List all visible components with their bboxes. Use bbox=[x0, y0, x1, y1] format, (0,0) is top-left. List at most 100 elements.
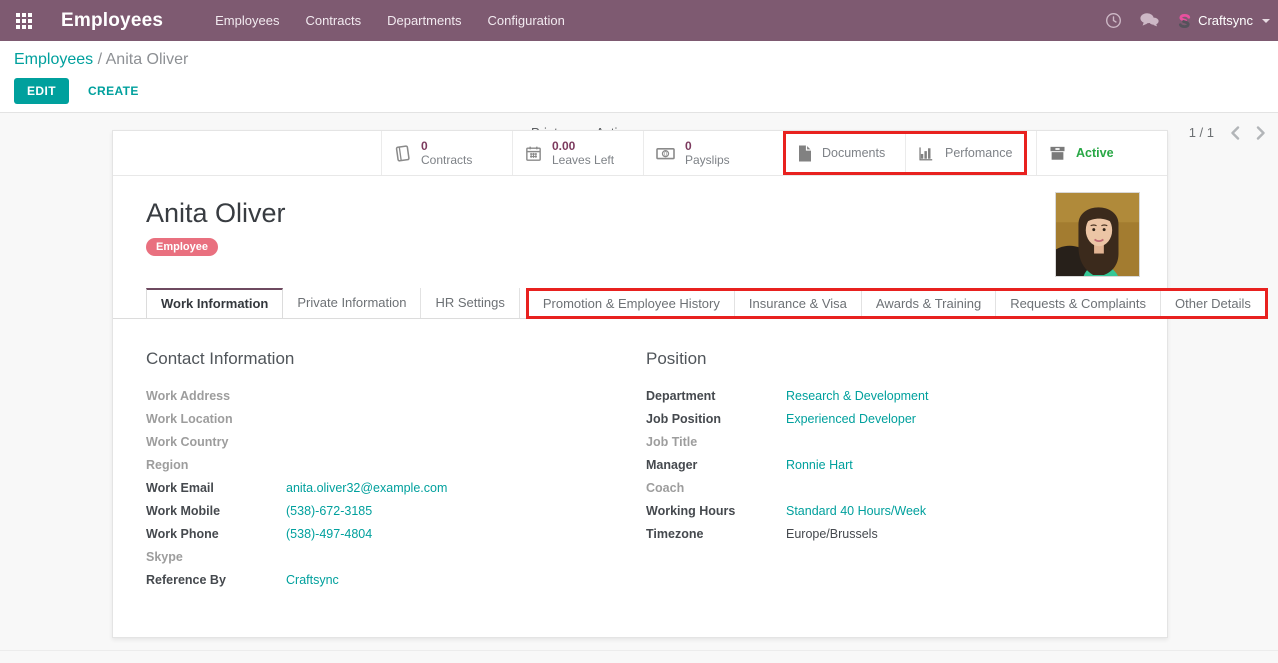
control-panel: Employees / Anita Oliver EDIT CREATE Pri… bbox=[0, 41, 1278, 113]
tab-requests-complaints[interactable]: Requests & Complaints bbox=[996, 291, 1161, 316]
annotation-box-stat-buttons: Documents Perfomance bbox=[783, 131, 1027, 175]
annotation-box-tabs: Promotion & Employee History Insurance &… bbox=[526, 288, 1268, 319]
work-mobile-link[interactable]: (538)-672-3185 bbox=[286, 504, 372, 518]
field-work-email: Work Email anita.oliver32@example.com bbox=[146, 476, 646, 499]
contact-information-heading: Contact Information bbox=[146, 349, 646, 369]
field-label: Coach bbox=[646, 481, 786, 495]
leaves-label: Leaves Left bbox=[552, 153, 614, 167]
field-skype: Skype bbox=[146, 545, 646, 568]
banknote-icon: 0 bbox=[655, 144, 676, 163]
field-label: Work Address bbox=[146, 389, 286, 403]
tab-promotion-employee-history[interactable]: Promotion & Employee History bbox=[529, 291, 735, 316]
field-work-country: Work Country bbox=[146, 430, 646, 453]
breadcrumb-employees-link[interactable]: Employees bbox=[14, 51, 93, 68]
documents-stat-button[interactable]: Documents bbox=[786, 134, 905, 172]
payslips-label: Payslips bbox=[685, 153, 730, 167]
main-content: 0 Contracts bbox=[0, 113, 1278, 663]
field-region: Region bbox=[146, 453, 646, 476]
tab-work-information[interactable]: Work Information bbox=[146, 288, 283, 319]
clock-icon[interactable] bbox=[1105, 12, 1122, 29]
notebook-tabs: Work Information Private Information HR … bbox=[113, 288, 1167, 319]
field-department: Department Research & Development bbox=[646, 384, 1126, 407]
footer-divider bbox=[0, 650, 1278, 651]
menu-item-contracts[interactable]: Contracts bbox=[305, 13, 361, 28]
breadcrumb-separator: / bbox=[98, 51, 102, 68]
tab-other-details[interactable]: Other Details bbox=[1161, 291, 1265, 316]
field-job-position: Job Position Experienced Developer bbox=[646, 407, 1126, 430]
field-label: Working Hours bbox=[646, 504, 786, 518]
field-coach: Coach bbox=[646, 476, 1126, 499]
user-name: Craftsync bbox=[1198, 13, 1253, 28]
field-label: Department bbox=[646, 389, 786, 403]
performance-stat-button[interactable]: Perfomance bbox=[905, 134, 1024, 172]
field-label: Work Email bbox=[146, 481, 286, 495]
apps-menu-button[interactable] bbox=[0, 0, 48, 41]
book-icon bbox=[392, 142, 413, 163]
active-toggle-button[interactable]: Active bbox=[1036, 131, 1167, 175]
timezone-value: Europe/Brussels bbox=[786, 527, 878, 541]
menu-item-employees[interactable]: Employees bbox=[215, 13, 279, 28]
working-hours-link[interactable]: Standard 40 Hours/Week bbox=[786, 504, 926, 518]
manager-link[interactable]: Ronnie Hart bbox=[786, 458, 853, 472]
field-label: Work Mobile bbox=[146, 504, 286, 518]
chat-icon[interactable] bbox=[1139, 12, 1160, 29]
tab-private-information[interactable]: Private Information bbox=[283, 288, 421, 318]
field-label: Work Phone bbox=[146, 527, 286, 541]
field-label: Manager bbox=[646, 458, 786, 472]
job-position-link[interactable]: Experienced Developer bbox=[786, 412, 916, 426]
field-working-hours: Working Hours Standard 40 Hours/Week bbox=[646, 499, 1126, 522]
breadcrumb: Employees / Anita Oliver bbox=[14, 51, 1262, 69]
employee-name: Anita Oliver bbox=[146, 198, 1167, 229]
work-information-pane: Contact Information Work Address Work Lo… bbox=[113, 319, 1167, 591]
breadcrumb-current: Anita Oliver bbox=[106, 51, 189, 68]
field-label: Skype bbox=[146, 550, 286, 564]
edit-button[interactable]: EDIT bbox=[14, 78, 69, 104]
profile-header: Anita Oliver Employee bbox=[113, 176, 1167, 288]
tab-awards-training[interactable]: Awards & Training bbox=[862, 291, 996, 316]
contracts-stat-button[interactable]: 0 Contracts bbox=[381, 131, 512, 175]
field-work-mobile: Work Mobile (538)-672-3185 bbox=[146, 499, 646, 522]
calendar-icon bbox=[524, 144, 543, 163]
position-section: Position Department Research & Developme… bbox=[646, 349, 1126, 591]
top-navbar: Employees Employees Contracts Department… bbox=[0, 0, 1278, 41]
field-label: Reference By bbox=[146, 573, 286, 587]
active-label: Active bbox=[1076, 146, 1114, 160]
tab-hr-settings[interactable]: HR Settings bbox=[421, 288, 519, 318]
field-work-address: Work Address bbox=[146, 384, 646, 407]
field-work-phone: Work Phone (538)-497-4804 bbox=[146, 522, 646, 545]
field-reference-by: Reference By Craftsync bbox=[146, 568, 646, 591]
grid-icon bbox=[16, 13, 32, 29]
main-menu: Employees Contracts Departments Configur… bbox=[215, 13, 565, 28]
contact-information-section: Contact Information Work Address Work Lo… bbox=[146, 349, 646, 591]
work-phone-link[interactable]: (538)-497-4804 bbox=[286, 527, 372, 541]
field-work-location: Work Location bbox=[146, 407, 646, 430]
field-label: Work Country bbox=[146, 435, 286, 449]
reference-by-link[interactable]: Craftsync bbox=[286, 573, 339, 587]
department-link[interactable]: Research & Development bbox=[786, 389, 928, 403]
create-button[interactable]: CREATE bbox=[88, 84, 139, 98]
field-label: Job Position bbox=[646, 412, 786, 426]
chevron-down-icon bbox=[1262, 19, 1270, 23]
field-label: Job Title bbox=[646, 435, 786, 449]
field-job-title: Job Title bbox=[646, 430, 1126, 453]
leaves-count: 0.00 bbox=[552, 139, 614, 153]
field-label: Region bbox=[146, 458, 286, 472]
file-icon bbox=[797, 144, 813, 163]
employee-form-card: 0 Contracts bbox=[112, 130, 1168, 638]
bar-chart-icon bbox=[917, 144, 936, 163]
payslips-stat-button[interactable]: 0 0 Payslips bbox=[643, 131, 774, 175]
s-logo-icon bbox=[1177, 12, 1192, 30]
field-label: Work Location bbox=[146, 412, 286, 426]
work-email-link[interactable]: anita.oliver32@example.com bbox=[286, 481, 447, 495]
menu-item-configuration[interactable]: Configuration bbox=[488, 13, 565, 28]
tab-insurance-visa[interactable]: Insurance & Visa bbox=[735, 291, 862, 316]
app-title: Employees bbox=[61, 10, 163, 32]
menu-item-departments[interactable]: Departments bbox=[387, 13, 461, 28]
payslips-count: 0 bbox=[685, 139, 730, 153]
contracts-label: Contracts bbox=[421, 153, 472, 167]
leaves-stat-button[interactable]: 0.00 Leaves Left bbox=[512, 131, 643, 175]
contracts-count: 0 bbox=[421, 139, 472, 153]
employee-photo bbox=[1055, 192, 1140, 277]
user-menu[interactable]: Craftsync bbox=[1177, 12, 1270, 30]
field-label: Timezone bbox=[646, 527, 786, 541]
